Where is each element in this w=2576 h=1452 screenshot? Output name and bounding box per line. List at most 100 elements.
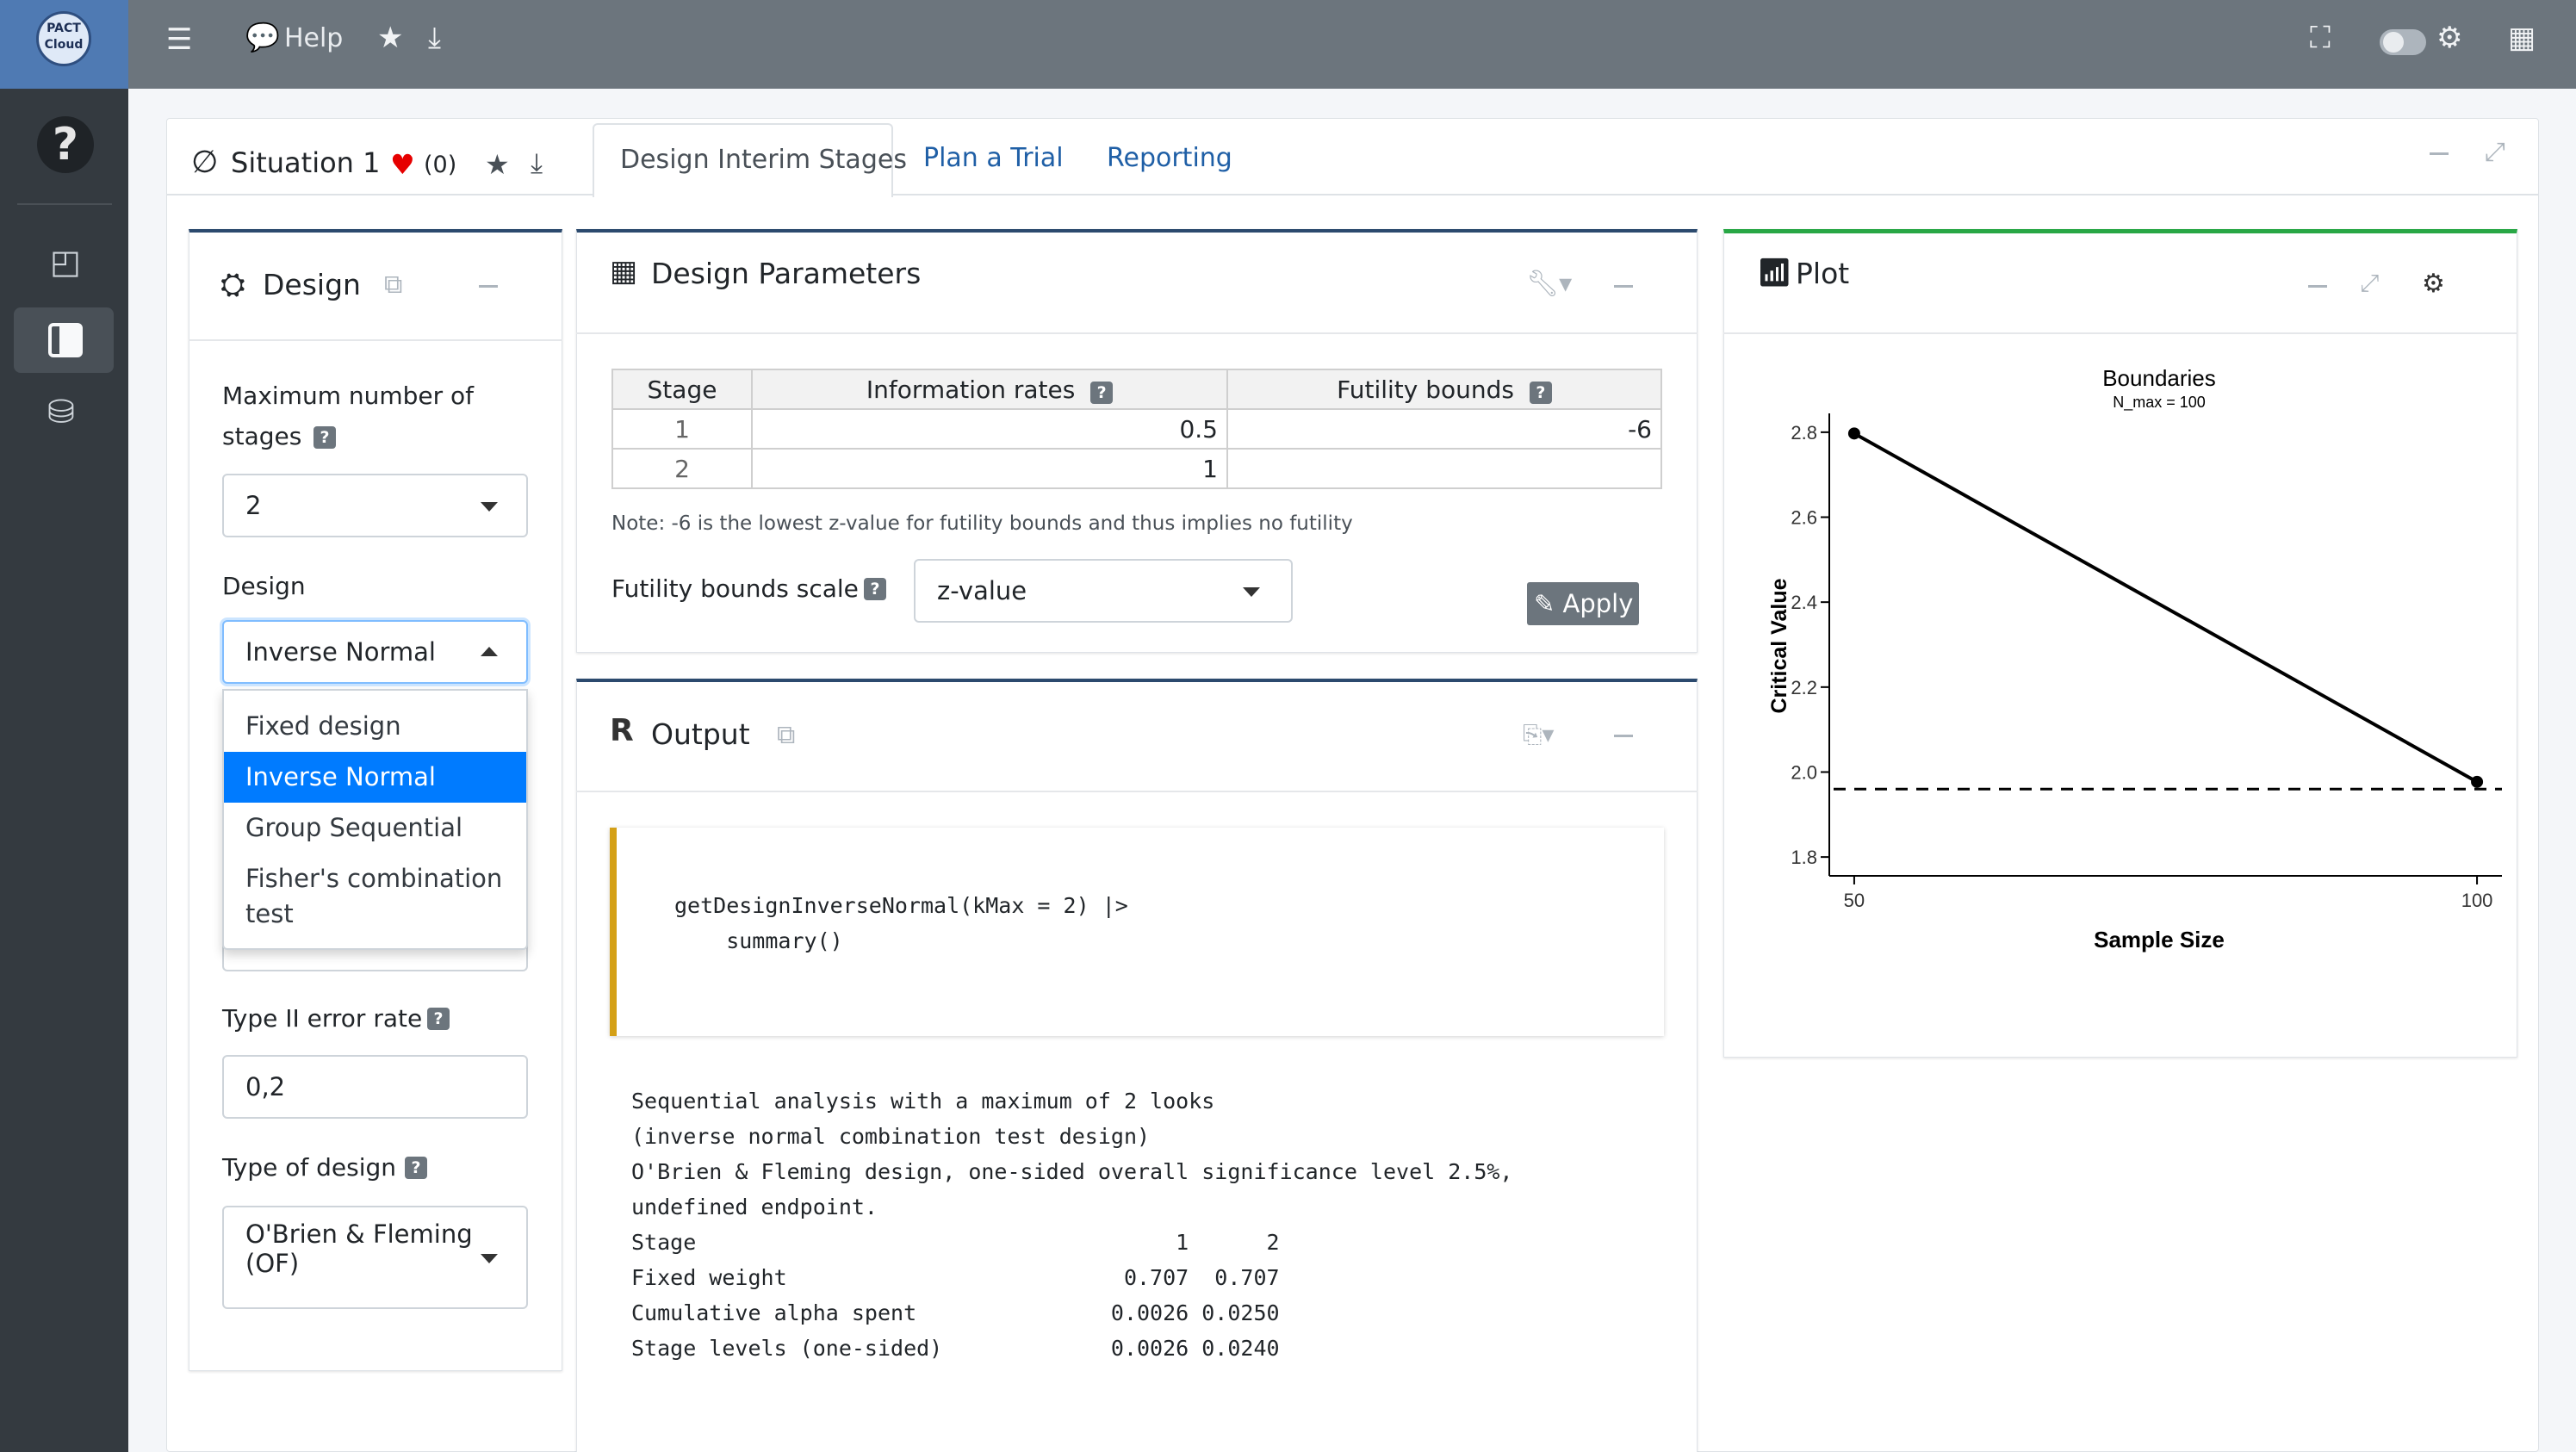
futility-scale-value: z-value [937, 576, 1027, 605]
table-row: 1 0.5 -6 [611, 408, 1662, 450]
sidebar-item-design[interactable] [14, 307, 114, 373]
max-stages-select[interactable]: 2 [222, 474, 528, 537]
help-circle-icon[interactable]: ? [37, 116, 94, 173]
collapse-icon[interactable] [2430, 152, 2449, 155]
design-box-title: Design [263, 268, 361, 301]
gear-icon[interactable]: ⚙ [2436, 21, 2462, 55]
type2-input[interactable]: 0,2 [222, 1055, 528, 1119]
futility-scale-label: Futility bounds scale [611, 574, 859, 603]
gears-icon[interactable]: ⚙ [2422, 269, 2445, 299]
dropdown-option-group-sequential[interactable]: Group Sequential [224, 803, 526, 853]
output-line: Cumulative alpha spent 0.0026 0.0250 [631, 1300, 1280, 1325]
chat-question-icon: 💬 [245, 21, 280, 53]
collapse-icon[interactable] [2308, 285, 2327, 288]
toggle-knob [2383, 32, 2404, 53]
brand-logo-area[interactable]: PACT Cloud [0, 0, 128, 89]
output-line: Stage 1 2 [631, 1230, 1280, 1255]
grid-icon[interactable]: ▦ [2508, 21, 2536, 55]
help-badge-icon[interactable]: ? [1529, 381, 1552, 404]
chart-title: Boundaries [2102, 365, 2216, 391]
chevron-down-icon [1243, 587, 1260, 597]
y-tick-label: 2.6 [1791, 507, 1817, 529]
expand-icon[interactable]: ⤢ [2485, 137, 2505, 167]
type2-label: Type II error rate [222, 1004, 423, 1033]
cell-info-rate[interactable]: 0.5 [751, 408, 1228, 450]
star-icon[interactable]: ★ [377, 21, 403, 55]
help-badge-icon[interactable]: ? [1090, 381, 1114, 404]
wrench-icon[interactable]: 🔧︎▾ [1526, 269, 1572, 299]
dark-mode-toggle[interactable] [2380, 29, 2426, 55]
situation-card-header [166, 118, 2539, 195]
table-header-row: Stage Information rates ? Futility bound… [611, 369, 1662, 410]
help-label: Help [283, 23, 344, 53]
hamburger-menu-icon[interactable]: ☰ [166, 22, 192, 57]
help-badge-icon[interactable]: ? [427, 1008, 450, 1030]
left-sidebar [0, 89, 128, 1452]
download-icon[interactable]: ⤓ [428, 21, 441, 55]
futility-scale-select[interactable]: z-value [914, 559, 1293, 623]
x-tick-label: 100 [2461, 890, 2493, 911]
heart-icon[interactable]: ♥ [390, 148, 415, 181]
star-icon[interactable]: ★ [485, 148, 510, 181]
type-of-design-value: O'Brien & Fleming (OF) [245, 1219, 473, 1278]
sidebar-item-add-db-icon[interactable]: ⛁ [47, 393, 75, 431]
output-title: Output [651, 717, 750, 751]
empty-set-icon: ∅ [191, 145, 219, 180]
sidebar-item-overview-icon[interactable]: ◰ [50, 243, 81, 281]
cell-stage: 2 [611, 448, 753, 489]
design-parameters-table: Stage Information rates ? Futility bound… [611, 369, 1662, 489]
tab-label: Design Interim Stages [620, 145, 907, 175]
cubes-icon: ⛭ [220, 267, 245, 302]
collapse-icon[interactable] [479, 285, 498, 288]
cell-info-rate[interactable]: 1 [751, 448, 1228, 489]
header-information-rates-text: Information rates [866, 375, 1076, 404]
situation-title: Situation 1 [231, 146, 381, 179]
output-line: Stage levels (one-sided) 0.0026 0.0240 [631, 1336, 1280, 1361]
pact-cloud-logo: PACT Cloud [36, 11, 91, 66]
cell-stage: 1 [611, 408, 753, 450]
help-badge-icon[interactable]: ? [405, 1157, 427, 1179]
design-dropdown-menu: Fixed design Inverse Normal Group Sequen… [222, 689, 528, 950]
type2-value: 0,2 [245, 1072, 286, 1101]
series-line [1853, 431, 2479, 784]
expand-icon[interactable]: ⤢ [2360, 269, 2379, 298]
help-badge-icon[interactable]: ? [313, 426, 336, 449]
collapse-icon[interactable] [1614, 285, 1633, 288]
code-line: getDesignInverseNormal(kMax = 2) |> [674, 893, 1128, 918]
dropdown-option-inverse-normal[interactable]: Inverse Normal [224, 752, 526, 803]
tab-plan-a-trial[interactable]: Plan a Trial [923, 143, 1064, 173]
y-axis-label: Critical Value [1767, 578, 1791, 713]
cell-futility[interactable]: -6 [1226, 408, 1662, 450]
data-point [1847, 427, 1860, 440]
x-tick-label: 50 [1844, 890, 1865, 911]
type-of-design-select[interactable]: O'Brien & Fleming (OF) [222, 1206, 528, 1309]
type-of-design-label: Type of design [222, 1153, 396, 1182]
help-button[interactable]: 💬 Help [245, 21, 343, 53]
code-line: summary() [674, 928, 843, 953]
max-stages-label: Maximum number of [222, 382, 475, 410]
code-block: getDesignInverseNormal(kMax = 2) |> summ… [610, 828, 1664, 1036]
tab-reporting[interactable]: Reporting [1107, 143, 1232, 173]
y-tick-label: 2.0 [1791, 761, 1817, 783]
futility-note: Note: -6 is the lowest z-value for futil… [611, 512, 1353, 535]
dropdown-option-fixed-design[interactable]: Fixed design [224, 701, 526, 752]
likes-count: (0) [424, 152, 457, 178]
apply-button[interactable]: ✎ Apply [1527, 582, 1639, 625]
copy-icon[interactable]: ⧉ [777, 720, 795, 750]
export-icon[interactable]: ⎘▾ [1523, 720, 1554, 749]
output-text: Sequential analysis with a maximum of 2 … [631, 1083, 1513, 1366]
output-line: (inverse normal combination test design) [631, 1124, 1151, 1149]
download-icon[interactable]: ⤓ [531, 146, 543, 180]
design-select[interactable]: Inverse Normal [222, 620, 528, 684]
help-badge-icon[interactable]: ? [864, 578, 886, 600]
x-axis-label: Sample Size [2094, 927, 2225, 952]
max-stages-label-2: stages [222, 422, 302, 450]
cell-futility[interactable] [1226, 448, 1662, 489]
copy-icon[interactable]: ⧉ [384, 270, 402, 300]
collapse-icon[interactable] [1614, 735, 1633, 737]
fullscreen-icon[interactable]: ⛶ [2310, 21, 2331, 55]
dropdown-option-fishers-combination[interactable]: Fisher's combination [224, 853, 526, 894]
data-point [2471, 775, 2484, 788]
max-stages-value: 2 [245, 491, 262, 520]
y-tick-label: 2.4 [1791, 592, 1817, 613]
